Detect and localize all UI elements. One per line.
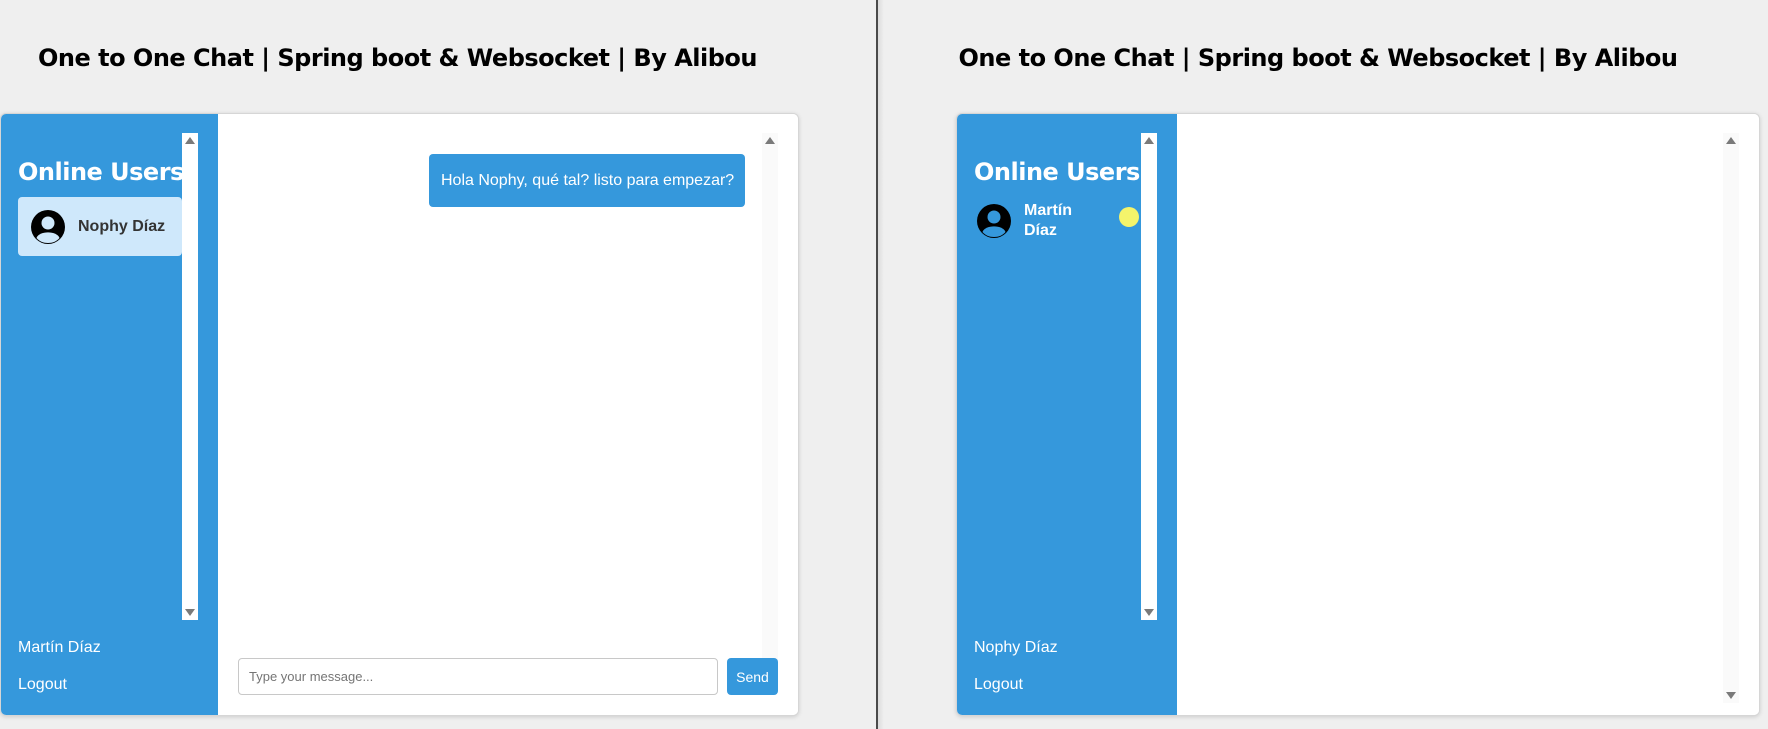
user-name: Nophy Díaz	[78, 217, 166, 235]
left-window: One to One Chat | Spring boot & Websocke…	[0, 0, 876, 729]
scroll-down-arrow-icon[interactable]	[185, 609, 195, 616]
chat-container: Online Users Martín Díaz Nophy Díaz Logo…	[956, 113, 1760, 716]
message-input[interactable]	[238, 658, 718, 695]
user-name: Martín Díaz	[1024, 202, 1072, 239]
online-users-heading: Online Users	[974, 158, 1140, 186]
scroll-up-arrow-icon[interactable]	[1726, 137, 1736, 144]
chat-messages-area: Hola Nophy, qué tal? listo para empezar?…	[218, 114, 798, 715]
chat-scrollbar[interactable]	[762, 133, 778, 678]
page-title: One to One Chat | Spring boot & Websocke…	[37, 44, 758, 72]
user-list-item[interactable]: Martín Díaz	[976, 194, 1140, 248]
current-user-name: Martín Díaz	[18, 639, 101, 656]
user-list-item[interactable]: Nophy Díaz	[18, 197, 182, 256]
users-scrollbar[interactable]	[182, 133, 198, 620]
chat-messages-area	[1177, 114, 1759, 715]
right-window: One to One Chat | Spring boot & Websocke…	[878, 0, 1768, 729]
scroll-up-arrow-icon[interactable]	[185, 137, 195, 144]
users-sidebar: Online Users Martín Díaz Nophy Díaz Logo…	[957, 114, 1177, 715]
new-message-dot	[1119, 207, 1139, 227]
page-title: One to One Chat | Spring boot & Websocke…	[958, 44, 1678, 72]
chat-scrollbar[interactable]	[1723, 133, 1739, 703]
online-users-heading: Online Users	[18, 158, 184, 186]
logout-link[interactable]: Logout	[974, 676, 1023, 694]
user-avatar-icon	[31, 209, 65, 244]
sent-message: Hola Nophy, qué tal? listo para empezar?	[429, 154, 745, 207]
send-button[interactable]: Send	[727, 658, 778, 695]
current-user-name: Nophy Díaz	[974, 639, 1058, 656]
users-sidebar: Online Users Nophy Díaz Martín Díaz Logo…	[1, 114, 218, 715]
chat-container: Online Users Nophy Díaz Martín Díaz Logo…	[0, 113, 799, 716]
scroll-down-arrow-icon[interactable]	[1144, 609, 1154, 616]
user-avatar-icon	[977, 204, 1011, 238]
scroll-up-arrow-icon[interactable]	[765, 137, 775, 144]
users-scrollbar[interactable]	[1141, 133, 1157, 620]
logout-link[interactable]: Logout	[18, 676, 67, 694]
scroll-down-arrow-icon[interactable]	[1726, 692, 1736, 699]
scroll-up-arrow-icon[interactable]	[1144, 137, 1154, 144]
